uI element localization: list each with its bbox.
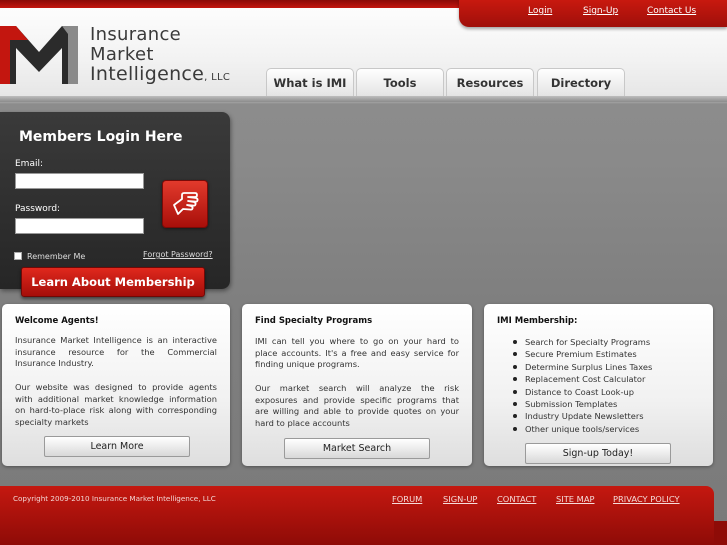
list-item: Replacement Cost Calculator	[511, 373, 652, 385]
members-login-panel: Members Login Here Email: Password: Reme…	[0, 112, 230, 297]
membership-title: IMI Membership:	[497, 316, 578, 326]
imi-membership-box: IMI Membership: Search for Specialty Pro…	[484, 304, 713, 466]
footer: Copyright 2009-2010 Insurance Market Int…	[0, 486, 714, 545]
password-field[interactable]	[15, 218, 144, 234]
copyright-text: Copyright 2009-2010 Insurance Market Int…	[13, 494, 216, 503]
imi-logo-icon[interactable]	[0, 26, 78, 84]
login-title: Members Login Here	[19, 129, 183, 145]
tab-what-is-imi[interactable]: What is IMI	[266, 68, 354, 97]
footer-link-site-map[interactable]: SITE MAP	[556, 494, 595, 504]
forgot-password-link[interactable]: Forgot Password?	[143, 250, 213, 259]
email-field[interactable]	[15, 173, 144, 189]
find-programs-paragraph-2: Our market search will analyze the risk …	[255, 383, 459, 428]
email-label: Email:	[15, 159, 44, 169]
contact-us-link[interactable]: Contact Us	[647, 6, 696, 16]
list-item: Search for Specialty Programs	[511, 336, 652, 348]
welcome-agents-box: Welcome Agents! Insurance Market Intelli…	[2, 304, 230, 466]
footer-link-sign-up[interactable]: SIGN-UP	[443, 494, 477, 504]
welcome-paragraph-2: Our website was designed to provide agen…	[15, 382, 217, 427]
remember-me-checkbox[interactable]	[14, 252, 22, 260]
remember-me-label: Remember Me	[27, 252, 86, 261]
list-item: Other unique tools/services	[511, 423, 652, 435]
market-search-button[interactable]: Market Search	[284, 438, 430, 459]
pointing-hand-icon	[173, 192, 199, 215]
logo-text-intelligence: Intelligence, LLC	[90, 63, 230, 85]
list-item: Distance to Coast Look-up	[511, 386, 652, 398]
tab-resources[interactable]: Resources	[446, 68, 534, 97]
list-item: Industry Update Newsletters	[511, 410, 652, 422]
footer-link-privacy-policy[interactable]: PRIVACY POLICY	[613, 494, 680, 504]
list-item: Determine Surplus Lines Taxes	[511, 361, 652, 373]
top-links-tab: Login Sign-Up Contact Us	[459, 0, 727, 27]
password-label: Password:	[15, 204, 61, 214]
logo-text-market: Market	[90, 44, 154, 65]
footer-edge	[714, 521, 727, 545]
login-link[interactable]: Login	[528, 6, 552, 16]
welcome-title: Welcome Agents!	[15, 316, 99, 326]
find-programs-paragraph-1: IMI can tell you where to go on your har…	[255, 336, 459, 369]
learn-more-button[interactable]: Learn More	[44, 436, 190, 457]
sign-up-today-button[interactable]: Sign-up Today!	[525, 443, 671, 464]
footer-link-contact[interactable]: CONTACT	[497, 494, 536, 504]
tab-tools[interactable]: Tools	[356, 68, 444, 97]
find-programs-title: Find Specialty Programs	[255, 316, 373, 326]
welcome-paragraph-1: Insurance Market Intelligence is an inte…	[15, 335, 217, 368]
list-item: Secure Premium Estimates	[511, 348, 652, 360]
footer-link-forum[interactable]: FORUM	[392, 494, 422, 504]
tab-directory[interactable]: Directory	[537, 68, 625, 97]
learn-about-membership-button[interactable]: Learn About Membership	[21, 267, 205, 297]
logo-text-intelligence-word: Intelligence	[90, 63, 205, 85]
login-submit-button[interactable]	[162, 180, 208, 228]
list-item: Submission Templates	[511, 398, 652, 410]
logo-text-insurance: Insurance	[90, 24, 182, 45]
logo-text-llc: , LLC	[204, 72, 231, 83]
header-divider	[0, 96, 727, 102]
signup-link[interactable]: Sign-Up	[583, 6, 618, 16]
membership-benefits-list: Search for Specialty Programs Secure Pre…	[511, 336, 652, 435]
find-specialty-programs-box: Find Specialty Programs IMI can tell you…	[242, 304, 472, 466]
